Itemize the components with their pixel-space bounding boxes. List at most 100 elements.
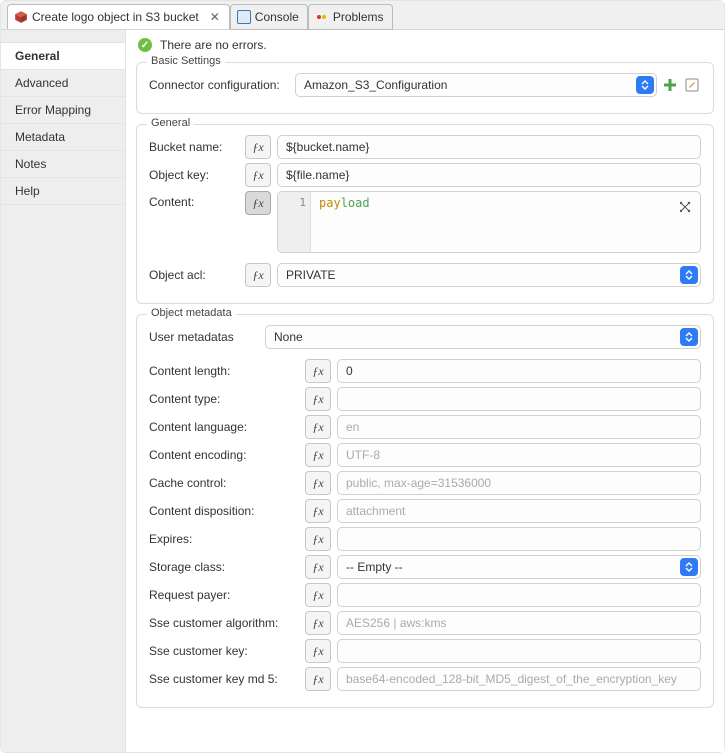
fx-button[interactable]: ƒx — [305, 387, 331, 411]
sidebar-item-label: Help — [15, 184, 40, 198]
chevron-updown-icon — [680, 328, 698, 346]
request_payer-input[interactable] — [337, 583, 701, 607]
bucket-name-input[interactable] — [277, 135, 701, 159]
content-expression-editor[interactable]: 1 payload — [277, 191, 701, 253]
sidebar-item-advanced[interactable]: Advanced — [1, 70, 125, 97]
fx-button[interactable]: ƒx — [305, 443, 331, 467]
metadata-row-sse_key: Sse customer key: ƒx — [149, 639, 701, 663]
metadata-row-content_length: Content length:ƒx — [149, 359, 701, 383]
edit-config-button[interactable] — [683, 76, 701, 94]
fx-button[interactable]: ƒx — [245, 163, 271, 187]
group-title: Basic Settings — [147, 55, 225, 67]
fx-button[interactable]: ƒx — [305, 471, 331, 495]
fx-button[interactable]: ƒx — [305, 415, 331, 439]
sidebar-item-general[interactable]: General — [1, 42, 125, 70]
chevron-updown-icon — [636, 76, 654, 94]
label-storage_class: Storage class: — [149, 556, 299, 578]
metadata-row-content_type: Content type: ƒx — [149, 387, 701, 411]
sidebar-item-metadata[interactable]: Metadata — [1, 124, 125, 151]
sse_alg-input[interactable] — [337, 611, 701, 635]
chevron-updown-icon — [680, 266, 698, 284]
label-content: Content: — [149, 191, 239, 213]
connector-select[interactable]: Amazon_S3_Configuration — [295, 73, 657, 97]
fx-button[interactable]: ƒx — [245, 191, 271, 215]
sidebar-item-label: Advanced — [15, 76, 68, 90]
metadata-row-content_disposition: Content disposition: ƒx — [149, 499, 701, 523]
content_encoding-input[interactable] — [337, 443, 701, 467]
select-value: Amazon_S3_Configuration — [304, 78, 447, 92]
ok-icon: ✓ — [138, 38, 152, 52]
console-icon — [237, 10, 251, 24]
fx-button[interactable]: ƒx — [305, 611, 331, 635]
line-number: 1 — [278, 192, 311, 252]
cache_control-input[interactable] — [337, 471, 701, 495]
form-panel: ✓ There are no errors. Basic Settings Co… — [126, 30, 724, 752]
content_length-input[interactable] — [337, 359, 701, 383]
code-text: payload — [311, 192, 700, 252]
label-sse_key_md5: Sse customer key md 5: — [149, 668, 299, 690]
fx-button[interactable]: ƒx — [245, 263, 271, 287]
fx-button[interactable]: ƒx — [305, 555, 331, 579]
sidebar-item-error-mapping[interactable]: Error Mapping — [1, 97, 125, 124]
sse_key_md5-input[interactable] — [337, 667, 701, 691]
metadata-row-content_encoding: Content encoding:ƒx — [149, 443, 701, 467]
status-bar: ✓ There are no errors. — [126, 30, 724, 56]
fx-button[interactable]: ƒx — [305, 499, 331, 523]
sse_key-input[interactable] — [337, 639, 701, 663]
label-cache_control: Cache control: — [149, 472, 299, 494]
fx-button[interactable]: ƒx — [305, 639, 331, 663]
expand-editor-icon[interactable] — [676, 198, 694, 216]
content_language-input[interactable] — [337, 415, 701, 439]
label-expires: Expires: — [149, 528, 299, 550]
label-content_language: Content language: — [149, 416, 299, 438]
editor-window: Create logo object in S3 bucket ✕ Consol… — [0, 0, 725, 753]
tab-create-logo[interactable]: Create logo object in S3 bucket ✕ — [7, 4, 230, 29]
sidebar: General Advanced Error Mapping Metadata … — [1, 30, 126, 752]
status-text: There are no errors. — [160, 38, 267, 52]
object-key-input[interactable] — [277, 163, 701, 187]
metadata-row-cache_control: Cache control: ƒx — [149, 471, 701, 495]
label-user-metadatas: User metadatas — [149, 326, 259, 348]
chevron-updown-icon — [680, 558, 698, 576]
label-content_type: Content type: — [149, 388, 299, 410]
sidebar-item-notes[interactable]: Notes — [1, 151, 125, 178]
label-sse_key: Sse customer key: — [149, 640, 299, 662]
group-basic-settings: Basic Settings Connector configuration: … — [136, 62, 714, 114]
close-icon[interactable]: ✕ — [209, 11, 221, 23]
cube-red-icon — [14, 10, 28, 24]
metadata-row-content_language: Content language: ƒx — [149, 415, 701, 439]
tab-label: Create logo object in S3 bucket — [32, 10, 199, 24]
metadata-row-sse_key_md5: Sse customer key md 5: ƒx — [149, 667, 701, 691]
tab-problems[interactable]: Problems — [308, 4, 393, 30]
label-connector: Connector configuration: — [149, 74, 289, 96]
fx-button[interactable]: ƒx — [305, 527, 331, 551]
group-title: Object metadata — [147, 307, 236, 319]
add-config-button[interactable] — [663, 78, 677, 92]
metadata-row-sse_alg: Sse customer algorithm:ƒx — [149, 611, 701, 635]
content_type-input[interactable] — [337, 387, 701, 411]
sidebar-item-label: Metadata — [15, 130, 65, 144]
user-metadatas-select[interactable]: None — [265, 325, 701, 349]
fx-button[interactable]: ƒx — [305, 667, 331, 691]
fx-button[interactable]: ƒx — [245, 135, 271, 159]
metadata-row-storage_class: Storage class: ƒx -- Empty -- — [149, 555, 701, 579]
object-acl-select[interactable]: PRIVATE — [277, 263, 701, 287]
fx-button[interactable]: ƒx — [305, 359, 331, 383]
content_disposition-input[interactable] — [337, 499, 701, 523]
metadata-row-expires: Expires: ƒx — [149, 527, 701, 551]
fx-button[interactable]: ƒx — [305, 583, 331, 607]
problems-icon — [315, 10, 329, 24]
label-content_disposition: Content disposition: — [149, 500, 299, 522]
storage_class-select[interactable]: -- Empty -- — [337, 555, 701, 579]
group-object-metadata: Object metadata User metadatas None Cont… — [136, 314, 714, 708]
tab-label: Console — [255, 10, 299, 24]
tab-console[interactable]: Console — [230, 4, 308, 30]
sidebar-item-label: Notes — [15, 157, 46, 171]
tab-bar: Create logo object in S3 bucket ✕ Consol… — [1, 1, 724, 30]
group-title: General — [147, 117, 194, 129]
label-bucket: Bucket name: — [149, 136, 239, 158]
expires-input[interactable] — [337, 527, 701, 551]
label-acl: Object acl: — [149, 264, 239, 286]
select-value: -- Empty -- — [346, 560, 403, 574]
sidebar-item-help[interactable]: Help — [1, 178, 125, 205]
